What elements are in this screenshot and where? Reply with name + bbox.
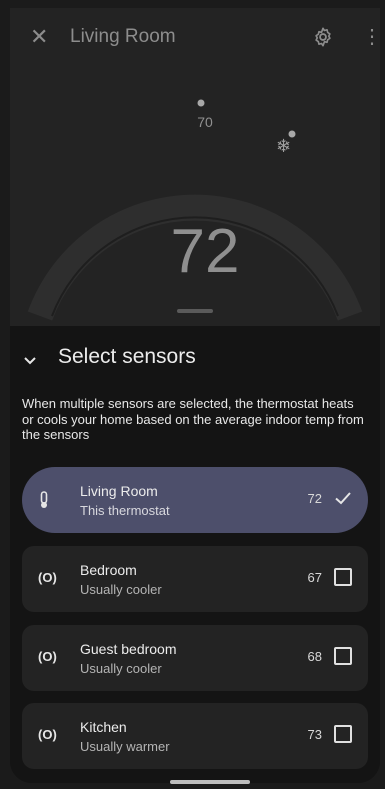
page-title: Living Room — [70, 26, 176, 47]
sensor-temp: 73 — [307, 727, 322, 742]
top-app-bar: ✕ Living Room ⋮ — [10, 8, 380, 66]
section-description: When multiple sensors are selected, the … — [22, 396, 364, 442]
sensor-icon: (O) — [38, 570, 57, 585]
sensor-icon: (O) — [38, 727, 57, 742]
sensor-item-guest-bedroom[interactable]: (O) Guest bedroom Usually cooler 68 — [22, 625, 368, 691]
sheet-drag-handle[interactable] — [177, 309, 213, 313]
setpoint-temp: 70 — [197, 114, 213, 130]
sensor-subtitle: This thermostat — [80, 503, 170, 518]
sensor-icon: (O) — [38, 649, 57, 664]
close-icon[interactable]: ✕ — [30, 26, 52, 48]
checkmark-icon[interactable] — [334, 489, 352, 507]
dial-ring — [27, 99, 363, 321]
sensor-subtitle: Usually cooler — [80, 582, 162, 597]
sensor-item-kitchen[interactable]: (O) Kitchen Usually warmer 73 — [22, 703, 368, 769]
sensor-name: Bedroom — [80, 562, 137, 578]
chevron-down-icon[interactable] — [22, 352, 38, 368]
more-vert-icon[interactable]: ⋮ — [362, 24, 380, 50]
sensor-subtitle: Usually cooler — [80, 661, 162, 676]
sensor-item-bedroom[interactable]: (O) Bedroom Usually cooler 67 — [22, 546, 368, 612]
current-temp: 72 — [170, 217, 240, 286]
setpoint-marker — [197, 99, 205, 107]
thermostat-dial[interactable]: 70 ❄ 72 — [10, 66, 380, 326]
sensor-checkbox[interactable] — [334, 568, 352, 586]
snowflake-icon: ❄ — [276, 136, 292, 156]
section-title: Select sensors — [58, 345, 196, 368]
sensor-temp: 68 — [307, 649, 322, 664]
sensor-checkbox[interactable] — [334, 647, 352, 665]
sensor-temp: 67 — [307, 570, 322, 585]
thermometer-icon — [38, 491, 62, 511]
sensor-name: Kitchen — [80, 719, 127, 735]
sensor-name: Guest bedroom — [80, 641, 177, 657]
sensor-temp: 72 — [307, 491, 322, 506]
sensor-name: Living Room — [80, 483, 158, 499]
gear-icon[interactable] — [312, 26, 334, 48]
sensor-item-living-room[interactable]: Living Room This thermostat 72 — [22, 467, 368, 533]
home-indicator[interactable] — [170, 780, 250, 784]
sensor-subtitle: Usually warmer — [80, 739, 170, 754]
sensor-checkbox[interactable] — [334, 725, 352, 743]
